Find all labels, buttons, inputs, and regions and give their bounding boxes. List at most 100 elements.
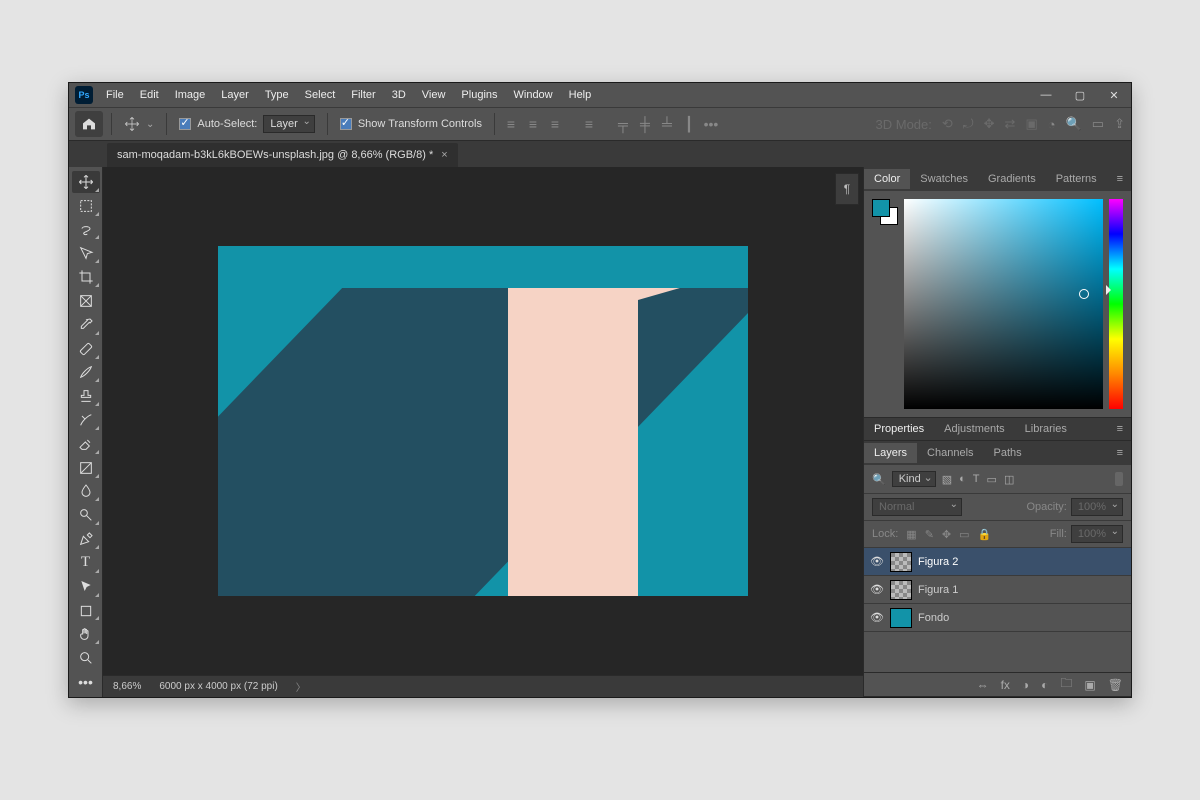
- move-tool-indicator[interactable]: ⌄: [120, 116, 158, 132]
- menu-3d[interactable]: 3D: [385, 86, 413, 104]
- foreground-color-swatch[interactable]: [872, 199, 890, 217]
- filter-adjust-icon[interactable]: ◐: [959, 473, 966, 486]
- filter-smart-icon[interactable]: ◫: [1004, 473, 1014, 486]
- menu-edit[interactable]: Edit: [133, 86, 166, 104]
- align-top-icon[interactable]: ≡: [581, 116, 597, 133]
- tab-channels[interactable]: Channels: [917, 443, 983, 463]
- panel-menu-icon[interactable]: ≡: [1109, 420, 1131, 438]
- tab-adjustments[interactable]: Adjustments: [934, 420, 1015, 438]
- shape-tool[interactable]: [72, 600, 100, 622]
- auto-select-dropdown[interactable]: Layer: [263, 115, 315, 133]
- tab-gradients[interactable]: Gradients: [978, 169, 1046, 189]
- zoom-tool[interactable]: [72, 647, 100, 669]
- filter-shape-icon[interactable]: ▭: [987, 473, 997, 486]
- tab-layers[interactable]: Layers: [864, 443, 917, 463]
- auto-select-checkbox[interactable]: [179, 118, 191, 130]
- filter-pixel-icon[interactable]: ▧: [942, 473, 952, 486]
- tab-close-icon[interactable]: ×: [441, 149, 447, 161]
- menu-file[interactable]: File: [99, 86, 131, 104]
- delete-layer-icon[interactable]: 🗑: [1108, 678, 1123, 692]
- menu-plugins[interactable]: Plugins: [454, 86, 504, 104]
- new-group-icon[interactable]: 🗀: [1060, 674, 1072, 695]
- maximize-button[interactable]: ▢: [1063, 83, 1097, 107]
- tab-swatches[interactable]: Swatches: [910, 169, 978, 189]
- lock-pixels-icon[interactable]: ✎: [925, 528, 934, 541]
- crop-tool[interactable]: [72, 266, 100, 288]
- brush-tool[interactable]: [72, 362, 100, 384]
- align-left-icon[interactable]: ≡: [503, 116, 519, 133]
- menu-window[interactable]: Window: [507, 86, 560, 104]
- marquee-tool[interactable]: [72, 195, 100, 217]
- layer-name[interactable]: Fondo: [918, 612, 949, 624]
- align-center-icon[interactable]: ≡: [525, 116, 541, 133]
- layer-kind-dropdown[interactable]: Kind: [892, 471, 936, 487]
- edit-toolbar-icon[interactable]: •••: [72, 671, 100, 693]
- status-dimensions[interactable]: 6000 px x 4000 px (72 ppi): [159, 681, 277, 692]
- gradient-tool[interactable]: [72, 457, 100, 479]
- workspace-icon[interactable]: ▭: [1092, 116, 1104, 132]
- opacity-value[interactable]: 100%: [1071, 498, 1123, 516]
- menu-layer[interactable]: Layer: [214, 86, 256, 104]
- fg-bg-swatch[interactable]: [872, 199, 898, 225]
- visibility-icon[interactable]: 👁: [870, 555, 884, 568]
- lasso-tool[interactable]: [72, 219, 100, 241]
- path-select-tool[interactable]: [72, 576, 100, 598]
- color-field[interactable]: [904, 199, 1103, 409]
- move-tool[interactable]: [72, 171, 100, 193]
- layer-row[interactable]: 👁 Fondo: [864, 604, 1131, 632]
- layer-row[interactable]: 👁 Figura 1: [864, 576, 1131, 604]
- layer-name[interactable]: Figura 2: [918, 556, 958, 568]
- hand-tool[interactable]: [72, 623, 100, 645]
- status-more-icon[interactable]: 〉: [296, 679, 306, 694]
- layer-row[interactable]: 👁 Figura 2: [864, 548, 1131, 576]
- artboard[interactable]: [218, 246, 748, 596]
- tab-libraries[interactable]: Libraries: [1015, 420, 1077, 438]
- blend-mode-dropdown[interactable]: Normal: [872, 498, 962, 516]
- lock-all-icon[interactable]: 🔒: [978, 528, 992, 541]
- share-icon[interactable]: ⇪: [1114, 116, 1125, 132]
- tab-color[interactable]: Color: [864, 169, 910, 189]
- lock-artboard-icon[interactable]: ▭: [959, 528, 969, 541]
- eraser-tool[interactable]: [72, 433, 100, 455]
- filter-toggle[interactable]: [1115, 472, 1123, 486]
- distribute-top-icon[interactable]: ╤: [615, 116, 631, 133]
- dodge-tool[interactable]: [72, 504, 100, 526]
- healing-tool[interactable]: [72, 338, 100, 360]
- new-fill-icon[interactable]: ◐: [1041, 678, 1048, 692]
- minimize-button[interactable]: —: [1029, 83, 1063, 107]
- lock-trans-icon[interactable]: ▦: [906, 528, 916, 541]
- quick-select-tool[interactable]: [72, 242, 100, 264]
- menu-image[interactable]: Image: [168, 86, 213, 104]
- status-zoom[interactable]: 8,66%: [113, 681, 141, 692]
- panel-menu-icon[interactable]: ≡: [1109, 169, 1131, 189]
- panel-menu-icon[interactable]: ≡: [1109, 443, 1131, 463]
- close-button[interactable]: ✕: [1097, 83, 1131, 107]
- tab-patterns[interactable]: Patterns: [1046, 169, 1107, 189]
- more-align-icon[interactable]: •••: [703, 116, 719, 133]
- canvas-area[interactable]: ¶: [103, 167, 863, 675]
- show-transform-checkbox[interactable]: [340, 118, 352, 130]
- search-icon[interactable]: 🔍: [1066, 116, 1082, 132]
- layer-name[interactable]: Figura 1: [918, 584, 958, 596]
- distribute-vcenter-icon[interactable]: ╪: [637, 116, 653, 133]
- visibility-icon[interactable]: 👁: [870, 583, 884, 596]
- lock-position-icon[interactable]: ✥: [942, 528, 951, 541]
- align-right-icon[interactable]: ≡: [547, 116, 563, 133]
- type-tool[interactable]: T: [72, 552, 100, 574]
- tab-properties[interactable]: Properties: [864, 420, 934, 438]
- menu-view[interactable]: View: [415, 86, 453, 104]
- menu-select[interactable]: Select: [298, 86, 343, 104]
- visibility-icon[interactable]: 👁: [870, 611, 884, 624]
- blur-tool[interactable]: [72, 481, 100, 503]
- new-layer-icon[interactable]: ▣: [1084, 678, 1095, 692]
- frame-tool[interactable]: [72, 290, 100, 312]
- home-button[interactable]: [75, 111, 103, 137]
- distribute-bottom-icon[interactable]: ╧: [659, 116, 675, 133]
- hue-slider[interactable]: [1109, 199, 1123, 409]
- link-layers-icon[interactable]: ⇔: [977, 678, 989, 692]
- cloud-docs-icon[interactable]: ◔: [1048, 117, 1056, 132]
- history-brush-tool[interactable]: [72, 409, 100, 431]
- filter-type-icon[interactable]: T: [973, 473, 980, 486]
- menu-help[interactable]: Help: [562, 86, 599, 104]
- collapsed-panel-icon[interactable]: ¶: [835, 173, 859, 205]
